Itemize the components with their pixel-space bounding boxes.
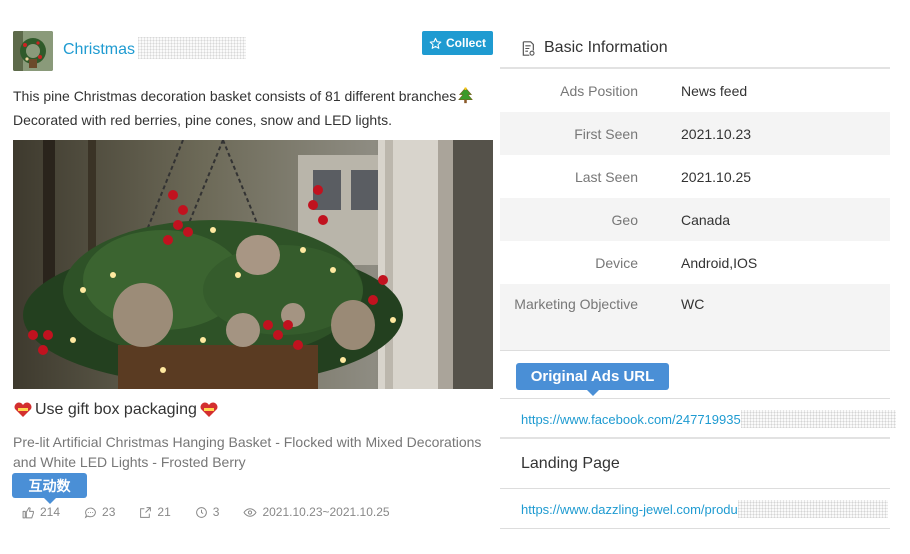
landing-url-row: https://www.dazzling-jewel.com/produ — [521, 500, 888, 518]
info-label: First Seen — [574, 125, 638, 142]
info-row-device: Device Android,IOS — [500, 241, 890, 284]
ad-stats: 214 23 21 3 2021.10.23~2021.10.25 — [22, 503, 414, 521]
clock-icon — [195, 506, 207, 518]
likes-count: 214 — [40, 505, 61, 519]
info-value: Android,IOS — [681, 254, 758, 271]
info-label: Last Seen — [574, 168, 638, 185]
divider — [500, 398, 890, 399]
document-settings-icon — [522, 40, 535, 56]
original-ads-url-text: Original Ads URL — [530, 368, 655, 385]
divider — [500, 350, 890, 351]
divider — [500, 437, 890, 439]
eye-icon — [243, 507, 257, 517]
info-label: Device — [595, 254, 638, 271]
collect-button[interactable]: Collect — [422, 31, 493, 55]
collect-label: Collect — [445, 36, 486, 50]
original-ads-url-label: Original Ads URL — [516, 363, 669, 396]
info-row-ads-position: Ads Position News feed — [500, 69, 890, 112]
description-line-2: Decorated with red berries, pine cones, … — [13, 112, 392, 128]
divider — [500, 488, 890, 489]
comment-icon — [84, 507, 96, 519]
likes-stat: 214 — [22, 505, 60, 519]
info-row-marketing-objective: Marketing Objective WC — [500, 284, 890, 350]
basic-info-header: Basic Information — [520, 30, 890, 66]
description-line-1: This pine Christmas decoration basket co… — [13, 84, 493, 108]
date-range: 2021.10.23~2021.10.25 — [262, 505, 390, 519]
blurred-url-tail — [737, 500, 888, 518]
gift-heart-icon — [200, 402, 218, 417]
original-ads-url-link[interactable]: https://www.facebook.com/247719935 — [521, 412, 741, 427]
interaction-count-label: 互动数 — [12, 473, 87, 504]
bubble-tail — [586, 390, 599, 396]
info-value: 2021.10.25 — [681, 168, 752, 185]
tree-emoji-icon — [458, 87, 474, 104]
blurred-url-tail — [740, 410, 896, 428]
tagline-text: Use gift box packaging — [35, 401, 197, 418]
info-label: Marketing Objective — [514, 296, 638, 312]
shares-stat: 21 — [139, 505, 171, 519]
ad-header: Christmas Collect — [13, 30, 493, 72]
star-icon — [429, 37, 442, 49]
info-label: Geo — [611, 211, 638, 228]
interaction-label-text: 互动数 — [28, 477, 71, 494]
info-value: Canada — [681, 211, 731, 228]
ad-title[interactable]: Christmas — [63, 41, 135, 59]
basic-info-title: Basic Information — [544, 39, 668, 56]
ad-subtitle: Pre-lit Artificial Christmas Hanging Bas… — [13, 434, 482, 470]
info-row-last-seen: Last Seen 2021.10.25 — [500, 155, 890, 198]
advertiser-avatar[interactable] — [13, 31, 53, 71]
ad-image[interactable] — [13, 140, 493, 389]
time-stat: 3 — [195, 505, 220, 519]
share-icon — [140, 506, 152, 518]
landing-page-label: Landing Page — [521, 455, 620, 472]
info-value: WC — [681, 296, 705, 312]
comments-count: 23 — [102, 505, 116, 519]
ad-description: This pine Christmas decoration basket co… — [13, 84, 493, 132]
original-ads-url-row: https://www.facebook.com/247719935 — [521, 410, 896, 428]
divider — [500, 528, 890, 529]
info-value: News feed — [681, 82, 748, 99]
shares-count: 21 — [157, 505, 171, 519]
comments-stat: 23 — [84, 505, 115, 519]
date-range-stat: 2021.10.23~2021.10.25 — [243, 505, 390, 519]
time-count: 3 — [212, 505, 220, 519]
landing-page-link[interactable]: https://www.dazzling-jewel.com/produ — [521, 502, 738, 517]
info-value: 2021.10.23 — [681, 125, 752, 142]
thumbs-up-icon — [22, 506, 34, 518]
info-row-first-seen: First Seen 2021.10.23 — [500, 112, 890, 155]
ad-tagline: Use gift box packaging — [13, 401, 219, 419]
gift-heart-icon — [14, 402, 32, 417]
info-row-geo: Geo Canada — [500, 198, 890, 241]
info-label: Ads Position — [560, 82, 638, 99]
blurred-advertiser-name — [138, 37, 246, 59]
